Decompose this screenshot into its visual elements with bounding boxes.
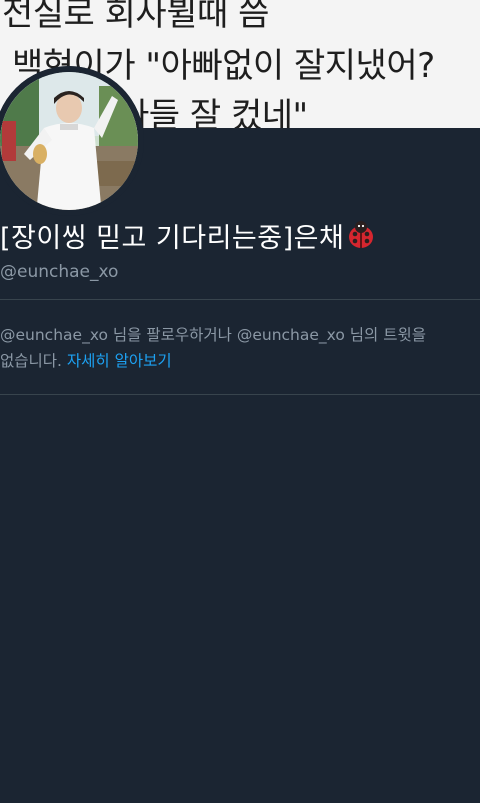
notice-line: @eunchae_xo 님을 팔로우하거나 @eunchae_xo 님의 트윗을	[0, 326, 427, 344]
profile-page: 전실로 회사뷜때 씀 백현이가 "아빠없이 잘지냈어? 아들 잘 컸네" [장이…	[0, 0, 480, 803]
profile-display-name: [장이씽 믿고 기다리는중]은채	[0, 216, 376, 257]
notice-line: 없습니다. 자세히 알아보기	[0, 348, 480, 374]
display-name-text: [장이씽 믿고 기다리는중]은채	[0, 223, 345, 254]
banner-text-line: 아들 잘 컸네"	[118, 96, 308, 128]
banner-text-line: 전실로 회사뷜때 씀	[2, 0, 269, 34]
divider	[0, 394, 480, 395]
protected-account-notice: @eunchae_xo 님을 팔로우하거나 @eunchae_xo 님의 트윗을…	[0, 322, 480, 374]
avatar[interactable]	[0, 66, 144, 216]
divider	[0, 299, 480, 300]
profile-handle: @eunchae_xo	[0, 262, 119, 282]
avatar-photo	[0, 66, 144, 216]
notice-text: 없습니다.	[0, 352, 62, 370]
ladybug-icon	[346, 220, 376, 257]
learn-more-link[interactable]: 자세히 알아보기	[67, 352, 172, 370]
